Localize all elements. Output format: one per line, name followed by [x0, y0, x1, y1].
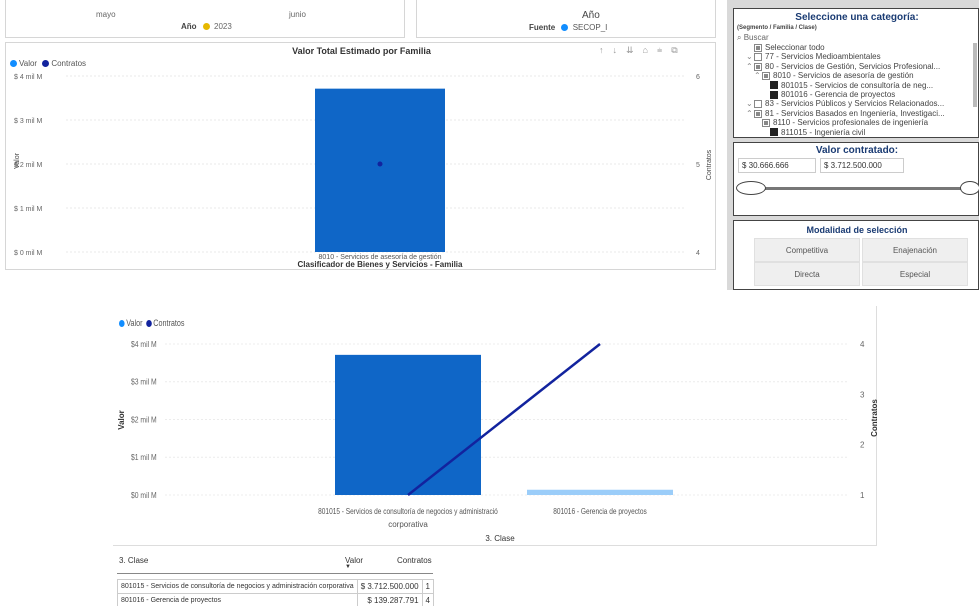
checkbox[interactable] [770, 81, 778, 90]
point-contratos [377, 161, 383, 167]
checkbox[interactable] [762, 119, 770, 128]
y-tick-label: $ 3 mil M [14, 118, 43, 125]
value-title: Valor contratado: [815, 145, 899, 156]
search-input[interactable]: Buscar [744, 33, 769, 42]
chevron-up-icon[interactable]: ⌃ [746, 109, 754, 119]
y-tick-label: $ 4 mil M [14, 74, 43, 81]
source-filter[interactable]: Fuente SECOP_I [529, 23, 607, 32]
y2-tick-label: 5 [696, 162, 700, 169]
source-value: SECOP_I [572, 23, 608, 32]
table-cell-valor: $ 139.287.791 [356, 593, 423, 606]
class-chart-frame [113, 306, 877, 546]
search-icon: ⌕ [737, 33, 742, 42]
legend-valor-label: Valor [126, 318, 143, 328]
modality-button-especial[interactable]: Especial [862, 262, 968, 286]
table-cell-clase: 801016 - Gerencia de proyectos [117, 593, 358, 606]
category-subtitle: (Segmento / Familia / Clase) [737, 25, 817, 31]
checkbox[interactable] [754, 53, 762, 62]
table-header-clase[interactable]: 3. Clase [119, 556, 148, 565]
checkbox[interactable] [754, 62, 762, 71]
modality-title: Modalidad de selección [806, 225, 908, 235]
sort-desc-icon[interactable]: ▼ [345, 564, 351, 570]
checkbox[interactable] [754, 109, 762, 118]
table-row[interactable]: 801015 - Servicios de consultoría de neg… [117, 579, 435, 594]
table-header-contratos[interactable]: Contratos [397, 556, 432, 565]
year-label: Año [181, 22, 197, 31]
tree-item-label: 80 - Servicios de Gestión, Servicios Pro… [765, 61, 941, 71]
tree-item-label: 811015 - Ingeniería civil [781, 127, 866, 137]
legend-contratos-icon [146, 320, 152, 328]
x-axis-title: Clasificador de Bienes y Servicios - Fam… [298, 260, 464, 269]
value-max-input[interactable]: $ 3.712.500.000 [820, 158, 904, 173]
family-value-chart-card: Valor Total Estimado por Familia ↑↓⇊⌂⩧⧉ … [5, 42, 716, 270]
bottom-chart-legend: Valor Contratos [119, 318, 185, 328]
y-tick-label: $ 0 mil M [14, 250, 43, 257]
checkbox[interactable] [754, 100, 762, 109]
category-title: Seleccione una categoría: [795, 12, 919, 23]
y-axis-title: Valor [14, 152, 21, 168]
tree-item-label: 81 - Servicios Basados en Ingeniería, In… [765, 108, 945, 118]
table-row[interactable]: 801016 - Gerencia de proyectos $ 139.287.… [117, 593, 435, 606]
family-chart-svg: $ 4 mil M$ 3 mil M$ 2 mil M$ 1 mil M$ 0 … [14, 74, 713, 269]
source-slicer-card: Año Fuente SECOP_I [416, 0, 716, 38]
table-cell-clase: 801015 - Servicios de consultoría de neg… [117, 579, 358, 594]
chevron-up-icon[interactable]: ⌃ [746, 62, 754, 72]
class-table: 3. Clase Valor ▼ Contratos 801015 - Serv… [117, 552, 435, 606]
y2-axis-title: Contratos [706, 149, 713, 180]
value-min-input[interactable]: $ 30.666.666 [738, 158, 816, 173]
tree-item-label: 801016 - Gerencia de proyectos [781, 90, 896, 99]
y2-tick-label: 4 [696, 250, 700, 257]
date-slicer-card: mayo junio Año 2023 [5, 0, 405, 38]
year-filter[interactable]: Año 2023 [181, 22, 232, 31]
category-tree: Seleccionar todo ⌄ 77 - Servicios Medioamb… [746, 43, 971, 137]
modality-slicer-card: Modalidad de selección Competitiva Enaje… [733, 220, 979, 290]
table-header: 3. Clase Valor ▼ Contratos [117, 552, 433, 574]
year-value: 2023 [214, 22, 232, 31]
category-search[interactable]: ⌕ Buscar [737, 33, 769, 43]
tree-item-label: 83 - Servicios Públicos y Servicios Rela… [765, 99, 945, 109]
tree-item-label: 801015 - Servicios de consultoría de neg… [781, 80, 934, 90]
legend-contratos-label: Contratos [153, 318, 185, 328]
y2-tick-label: 6 [696, 74, 700, 81]
value-slicer-card: Valor contratado: $ 30.666.666 $ 3.712.5… [733, 142, 979, 216]
table-cell-contratos: 4 [421, 593, 435, 606]
year-title: Año [582, 10, 600, 21]
modality-button-directa[interactable]: Directa [754, 262, 860, 286]
table-cell-contratos: 1 [421, 579, 435, 594]
legend-valor-icon [119, 320, 125, 328]
source-dot-icon [561, 24, 569, 32]
tree-item-label: 8110 - Servicios profesionales de ingeni… [773, 118, 929, 128]
month-label-mayo: mayo [96, 10, 116, 19]
checkbox[interactable] [770, 90, 778, 99]
value-slider-max-handle[interactable] [960, 181, 979, 195]
checkbox[interactable] [762, 72, 770, 81]
modality-button-competitiva[interactable]: Competitiva [754, 238, 860, 262]
month-label-junio: junio [289, 10, 306, 19]
tree-item[interactable]: 811015 - Ingeniería civil [762, 128, 865, 137]
modality-button-enajenacion[interactable]: Enajenación [862, 238, 968, 262]
checkbox[interactable] [770, 128, 778, 137]
value-slider-min-handle[interactable] [736, 181, 766, 195]
chevron-up-icon[interactable]: ⌃ [754, 71, 762, 81]
tree-item-label: 77 - Servicios Medioambientales [765, 52, 881, 62]
year-dot-icon [202, 23, 210, 31]
tree-item-label: Seleccionar todo [765, 43, 825, 52]
source-label: Fuente [529, 23, 556, 32]
y-tick-label: $ 1 mil M [14, 206, 43, 213]
table-cell-valor: $ 3.712.500.000 [356, 579, 423, 594]
checkbox[interactable] [754, 43, 762, 52]
table-body: 801015 - Servicios de consultoría de neg… [117, 579, 435, 606]
tree-scrollbar[interactable] [973, 43, 977, 107]
bar-valor [315, 88, 445, 253]
value-slider-track[interactable] [748, 187, 970, 190]
category-slicer-card: Seleccione una categoría: (Segmento / Fa… [733, 8, 979, 138]
tree-item-label: 8010 - Servicios de asesoría de gestión [773, 71, 914, 81]
